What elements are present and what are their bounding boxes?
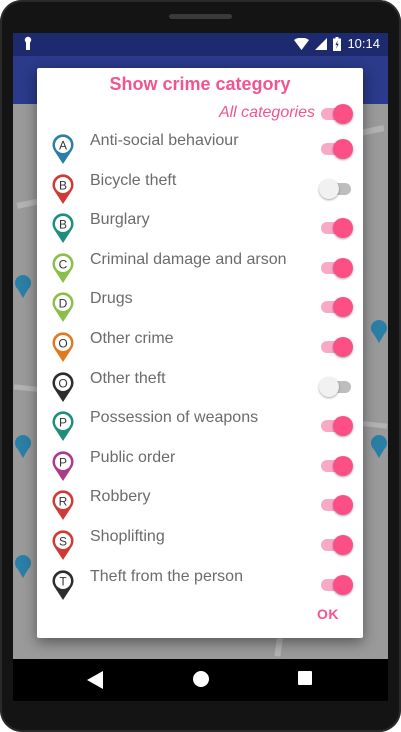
category-toggle[interactable] <box>319 257 353 278</box>
category-toggle[interactable] <box>319 535 353 555</box>
category-pin-icon: P <box>52 451 74 481</box>
category-pin-icon: B <box>52 173 74 204</box>
category-row[interactable]: S Shoplifting <box>37 527 363 566</box>
recent-apps-icon[interactable] <box>298 671 312 685</box>
category-pin-icon: C <box>52 253 74 283</box>
category-row[interactable]: B Burglary <box>37 210 363 249</box>
speaker-grille <box>169 14 232 19</box>
category-label: Possession of weapons <box>90 409 259 427</box>
battery-icon <box>333 36 342 51</box>
category-toggle[interactable] <box>319 416 353 437</box>
category-pin-letter: P <box>59 416 67 430</box>
signal-icon <box>315 37 328 50</box>
category-pin-icon: T <box>52 569 74 600</box>
category-pin-icon: S <box>52 530 74 560</box>
screen: 10:14 Show crime category All categories <box>13 33 388 659</box>
category-pin-letter: D <box>59 297 68 311</box>
category-pin-letter: O <box>58 376 67 390</box>
category-toggle[interactable] <box>319 574 353 595</box>
category-row[interactable]: C Criminal damage and arson <box>37 250 363 289</box>
category-row[interactable]: O Other crime <box>37 329 363 368</box>
category-label: Robbery <box>90 488 151 506</box>
status-bar: 10:14 <box>13 33 388 56</box>
category-pin-icon: O <box>52 371 74 402</box>
home-icon[interactable] <box>193 671 209 687</box>
ok-button[interactable]: OK <box>317 606 339 622</box>
back-icon[interactable] <box>87 671 103 689</box>
category-label: Other theft <box>90 369 166 387</box>
all-categories-row[interactable]: All categories <box>37 103 363 125</box>
all-categories-toggle[interactable] <box>319 104 353 124</box>
map-pin-icon <box>371 320 387 343</box>
category-label: Public order <box>90 448 176 466</box>
category-row[interactable]: T Theft from the person <box>37 567 363 606</box>
category-label: Anti-social behaviour <box>90 132 239 149</box>
navigation-bar <box>13 659 388 701</box>
category-row[interactable]: D Drugs <box>37 289 363 328</box>
category-pin-letter: T <box>59 574 67 588</box>
category-toggle[interactable] <box>319 218 353 239</box>
category-label: Bicycle theft <box>90 171 177 189</box>
category-label: Shoplifting <box>90 528 165 545</box>
category-pin-icon: P <box>52 411 74 442</box>
category-toggle[interactable] <box>319 376 353 397</box>
category-pin-icon: D <box>52 292 74 323</box>
category-label: Criminal damage and arson <box>90 250 287 268</box>
category-pin-letter: C <box>59 257 68 271</box>
crime-category-dialog: Show crime category All categories A Anti… <box>37 68 363 638</box>
category-pin-letter: B <box>59 178 67 192</box>
map-pin-icon <box>15 555 31 578</box>
category-row[interactable]: O Other theft <box>37 369 363 408</box>
category-label: Drugs <box>90 290 133 308</box>
wifi-icon <box>294 37 310 50</box>
category-pin-icon: B <box>52 213 74 244</box>
category-toggle[interactable] <box>319 178 353 199</box>
category-row[interactable]: A Anti-social behaviour <box>37 131 363 170</box>
category-row[interactable]: P Possession of weapons <box>37 408 363 447</box>
category-label: Theft from the person <box>90 567 243 585</box>
category-pin-icon: O <box>52 332 74 362</box>
status-time: 10:14 <box>347 36 380 51</box>
map-pin-icon <box>371 435 387 458</box>
category-pin-icon: A <box>52 134 74 164</box>
category-label: Other crime <box>90 330 174 347</box>
dialog-title: Show crime category <box>109 74 291 94</box>
category-pin-letter: P <box>59 455 67 469</box>
category-row[interactable]: P Public order <box>37 448 363 487</box>
category-toggle[interactable] <box>319 455 353 476</box>
category-pin-letter: R <box>59 495 68 509</box>
category-pin-letter: A <box>59 139 67 153</box>
category-pin-letter: S <box>59 535 67 549</box>
category-label: Burglary <box>90 211 150 229</box>
map-pin-icon <box>15 275 31 298</box>
category-toggle[interactable] <box>319 495 353 516</box>
category-row[interactable]: R Robbery <box>37 487 363 526</box>
category-pin-letter: B <box>59 218 67 232</box>
all-categories-label: All categories <box>218 104 315 121</box>
category-pin-letter: O <box>58 337 67 351</box>
device-frame: 10:14 Show crime category All categories <box>0 0 401 732</box>
map-pin-icon <box>15 435 31 458</box>
lock-icon <box>24 36 32 50</box>
category-pin-icon: R <box>52 490 74 521</box>
category-toggle[interactable] <box>319 297 353 318</box>
category-toggle[interactable] <box>319 139 353 159</box>
category-toggle[interactable] <box>319 337 353 357</box>
category-row[interactable]: B Bicycle theft <box>37 171 363 210</box>
